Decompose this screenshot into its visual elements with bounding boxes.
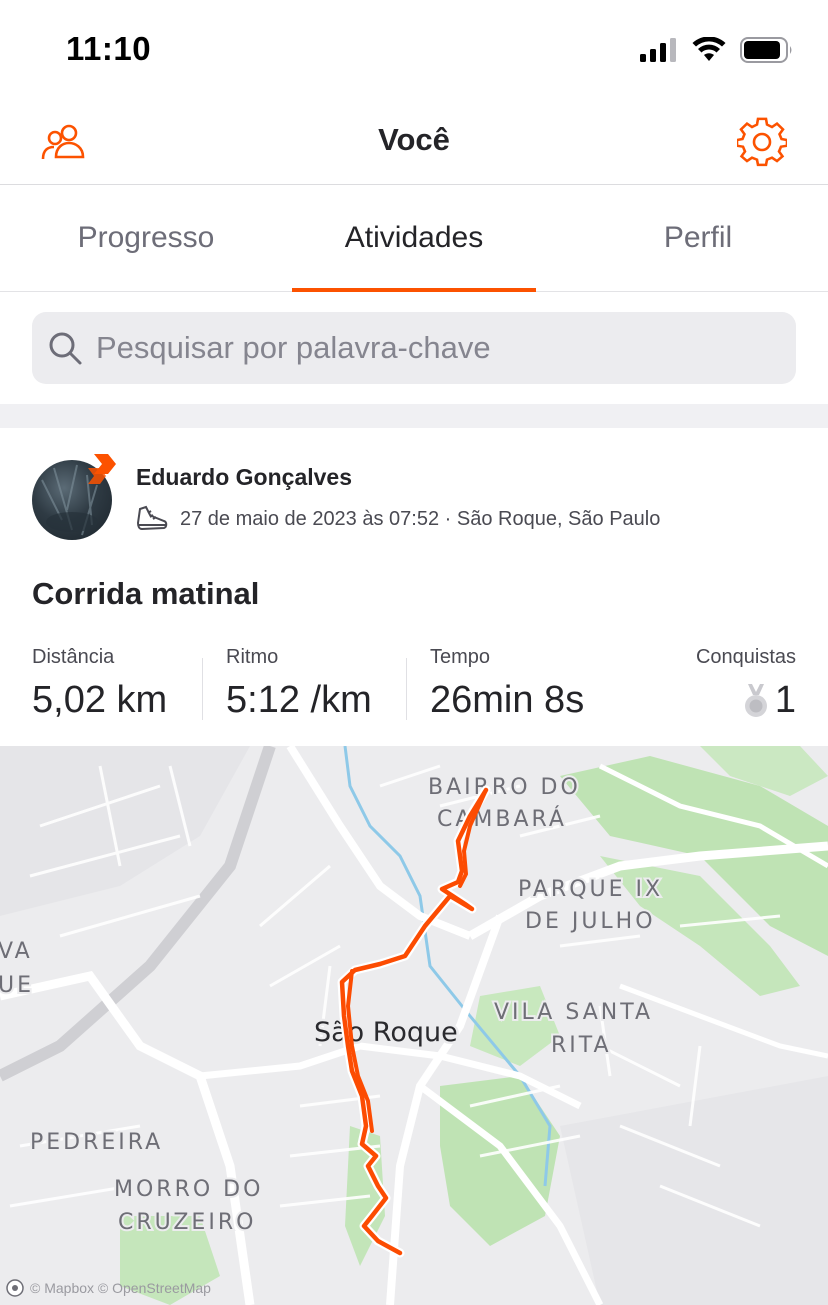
stat-pace-label: Ritmo xyxy=(226,646,279,668)
stat-distance-value: 5,02 km xyxy=(32,679,168,721)
map-attribution-text: © Mapbox © OpenStreetMap xyxy=(30,1280,211,1296)
stat-divider xyxy=(406,658,407,720)
map-label: VA xyxy=(0,939,33,964)
activity-stats: Distância 5,02 km Ritmo 5:12 /km Tempo 2… xyxy=(32,646,796,726)
tab-progresso[interactable]: Progresso xyxy=(24,185,268,291)
status-time: 11:10 xyxy=(66,30,152,67)
map-label: PEDREIRA xyxy=(30,1130,163,1155)
stat-achievements-label: Conquistas xyxy=(695,646,796,668)
map-label: DE JULHO xyxy=(525,909,656,934)
map-label: CRUZEIRO xyxy=(118,1210,256,1235)
stat-time-label: Tempo xyxy=(430,646,491,668)
map-label: RITA xyxy=(551,1033,612,1058)
running-shoe-icon xyxy=(136,504,170,534)
gear-icon xyxy=(737,117,787,167)
stat-achievements: Conquistas 1 xyxy=(696,646,796,722)
status-bar: 11:10 xyxy=(0,0,828,100)
stat-divider xyxy=(202,658,203,720)
stat-pace-value: 5:12 /km xyxy=(226,679,372,721)
map-label: CAMBARÁ xyxy=(437,806,567,832)
map-label: PARQUE IX xyxy=(518,877,663,902)
subscriber-badge-icon xyxy=(88,454,116,484)
stat-distance-label: Distância xyxy=(32,646,115,668)
route-map[interactable]: BAIRRO DO CAMBARÁ PARQUE IX DE JULHO VIL… xyxy=(0,746,828,1305)
tab-perfil[interactable]: Perfil xyxy=(576,185,820,291)
map-attribution[interactable]: © Mapbox © OpenStreetMap xyxy=(6,1279,211,1297)
tab-bar: Progresso Atividades Perfil xyxy=(0,185,828,292)
stat-achievements-row: 1 xyxy=(696,679,796,722)
activity-meta: 27 de maio de 2023 às 07:52 · São Roque,… xyxy=(136,504,660,534)
stat-achievements-value: 1 xyxy=(774,679,796,721)
map-label: UE xyxy=(0,973,34,998)
stat-time: Tempo 26min 8s xyxy=(430,646,584,722)
search-bar[interactable] xyxy=(32,312,796,384)
map-canvas: BAIRRO DO CAMBARÁ PARQUE IX DE JULHO VIL… xyxy=(0,746,828,1305)
map-label: BAIRRO DO xyxy=(428,775,581,800)
page-title: Você xyxy=(378,122,450,157)
tab-atividades[interactable]: Atividades xyxy=(292,185,536,292)
wifi-icon xyxy=(692,37,726,61)
activity-card[interactable]: Eduardo Gonçalves 27 de maio de 2023 às … xyxy=(0,428,828,1305)
stat-time-value: 26min 8s xyxy=(430,679,585,721)
map-city-label: São Roque xyxy=(314,1017,458,1048)
map-label: VILA SANTA xyxy=(494,1000,653,1025)
signal-icon xyxy=(640,38,676,62)
mapbox-logo-icon xyxy=(6,1279,24,1297)
settings-button[interactable] xyxy=(736,117,788,167)
map-label: MORRO DO xyxy=(114,1177,263,1202)
stat-pace: Ritmo 5:12 /km xyxy=(226,646,372,722)
app-header: Você xyxy=(0,100,828,185)
section-gap xyxy=(0,404,828,428)
activity-date-location: 27 de maio de 2023 às 07:52 · São Roque,… xyxy=(180,507,661,530)
search-section xyxy=(0,292,828,404)
status-icons xyxy=(640,36,794,64)
athlete-name[interactable]: Eduardo Gonçalves xyxy=(136,464,352,491)
stat-distance: Distância 5,02 km xyxy=(32,646,167,722)
search-icon xyxy=(46,329,84,367)
search-input[interactable] xyxy=(94,329,778,367)
battery-icon xyxy=(740,37,792,63)
medal-icon xyxy=(744,683,767,717)
activity-title[interactable]: Corrida matinal xyxy=(32,576,259,612)
